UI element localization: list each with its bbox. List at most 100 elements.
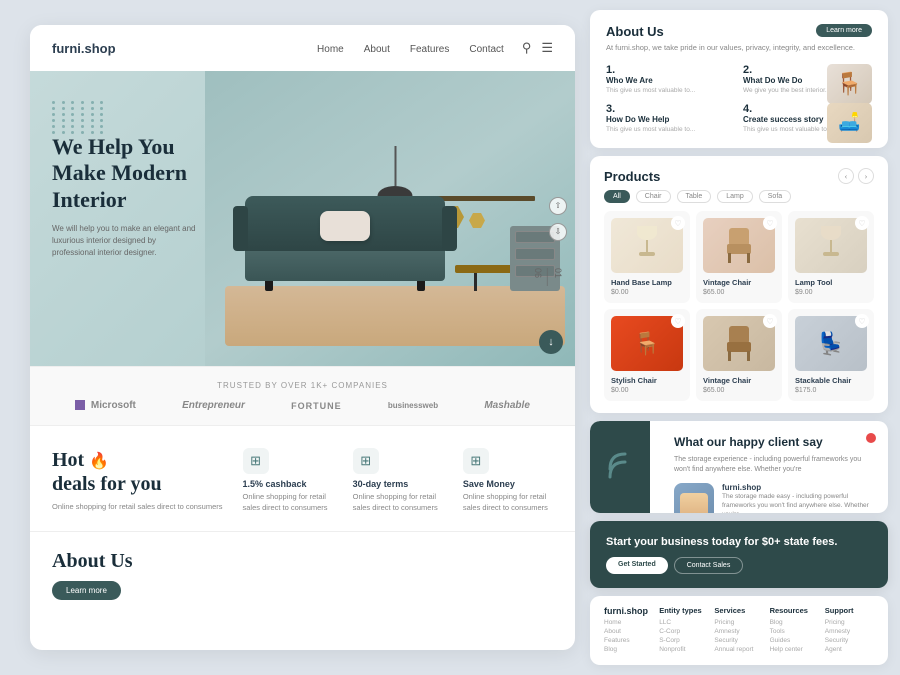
nav-home[interactable]: Home [317, 44, 344, 55]
testimonial-quote: The storage experience - including power… [674, 455, 872, 475]
footer-entity-item-1: LLC [659, 619, 708, 626]
microsoft-icon [75, 400, 85, 410]
logo-mashable: Mashable [484, 400, 530, 411]
deal-terms-title: 30-day terms [353, 479, 443, 489]
products-grid: ♡ Hand Base Lamp $0.00 ♡ [604, 211, 874, 401]
about-item-1: 1. Who We Are This give us most valuable… [606, 64, 735, 95]
about-grid: 1. Who We Are This give us most valuable… [606, 64, 872, 135]
dots-decoration [52, 101, 107, 134]
footer-support-item-3: Security [825, 637, 874, 644]
footer-support-item-1: Pricing [825, 619, 874, 626]
trusted-section: TRUSTED BY OVER 1K+ COMPANIES Microsoft … [30, 366, 575, 426]
user-info: furni.shop The storage made easy - inclu… [722, 483, 872, 513]
slide-counter: 01——06 [533, 268, 563, 286]
hero-description: We will help you to make an elegant and … [52, 223, 197, 259]
about-learn-btn[interactable]: Learn more [816, 24, 872, 37]
deal-cashback: ⊞ 1.5% cashback Online shopping for reta… [243, 448, 333, 513]
hero-prev-btn[interactable]: ⇧ [549, 197, 567, 215]
products-nav: ‹ › [838, 168, 874, 184]
filter-all[interactable]: All [604, 190, 630, 203]
about-label-3: How Do We Help [606, 115, 735, 124]
footer-entity-item-4: Nonprofit [659, 646, 708, 653]
nav-icons: ⚲ ☰ [522, 40, 553, 56]
product-lamp1: ♡ Hand Base Lamp $0.00 [604, 211, 690, 303]
footer-col-brand-item-2: About [604, 628, 653, 635]
trusted-label: TRUSTED BY OVER 1K+ COMPANIES [52, 381, 553, 390]
trusted-logos: Microsoft Entrepreneur FORTUNE businessw… [52, 400, 553, 411]
nav-features[interactable]: Features [410, 44, 449, 55]
product-chair4: ♡ 💺 Stackable Chair $175.0 [788, 309, 874, 401]
testimonial-title: What our happy client say [674, 435, 872, 451]
logo-microsoft: Microsoft [75, 400, 136, 411]
footer-resources-item-3: Guides [770, 637, 819, 644]
lamp-illustration-1 [635, 226, 659, 266]
footer-col-services-title: Services [714, 606, 763, 615]
footer-support-item-2: Amnesty [825, 628, 874, 635]
footer-services-item-1: Pricing [714, 619, 763, 626]
footer-col-brand-item-3: Features [604, 637, 653, 644]
deal-cashback-title: 1.5% cashback [243, 479, 333, 489]
cta-title: Start your business today for $0+ state … [606, 535, 872, 549]
filter-table[interactable]: Table [677, 190, 712, 203]
about-item-2: 2. What Do We Do We give you the best in… [743, 64, 872, 95]
footer-services-item-4: Annual report [714, 646, 763, 653]
footer-col-resources-title: Resources [770, 606, 819, 615]
footer-logo: furni.shop [604, 606, 653, 616]
nav-contact[interactable]: Contact [469, 44, 503, 55]
brand-logo: furni.shop [52, 41, 116, 56]
about-card-subtitle: At furni.shop, we take pride in our valu… [606, 43, 872, 54]
footer-card: furni.shop Home About Features Blog Enti… [590, 596, 888, 665]
sofa-scene [225, 146, 565, 346]
product-name-lamp1: Hand Base Lamp [611, 278, 683, 287]
products-next-btn[interactable]: › [858, 168, 874, 184]
products-card: Products ‹ › All Chair Table Lamp Sofa ♡ [590, 156, 888, 413]
nav-links: Home About Features Contact [317, 39, 504, 57]
download-button[interactable]: ↓ [539, 330, 563, 354]
footer-services-item-3: Security [714, 637, 763, 644]
product-price-chair4: $175.0 [795, 387, 867, 394]
footer-resources-item-2: Tools [770, 628, 819, 635]
product-lamp2: ♡ Lamp Tool $9.00 [788, 211, 874, 303]
about-desc-3: This give us most valuable to... [606, 126, 735, 134]
chair-image: 🪑 [827, 64, 872, 104]
about-title-left: About Us [52, 550, 553, 573]
products-header: Products ‹ › [604, 168, 874, 184]
footer-col-support: Support Pricing Amnesty Security Agent [825, 606, 874, 655]
filter-chair[interactable]: Chair [636, 190, 671, 203]
filter-lamp[interactable]: Lamp [717, 190, 753, 203]
product-name-chair3: Vintage Chair [703, 376, 775, 385]
menu-icon[interactable]: ☰ [541, 40, 553, 56]
cta-get-started-btn[interactable]: Get Started [606, 557, 668, 574]
filter-sofa[interactable]: Sofa [759, 190, 791, 203]
nav-about[interactable]: About [364, 44, 390, 55]
user-source: furni.shop [722, 483, 872, 492]
product-name-lamp2: Lamp Tool [795, 278, 867, 287]
quote-icon [605, 449, 635, 485]
search-icon[interactable]: ⚲ [522, 40, 532, 56]
product-chair2: ♡ 🪑 Stylish Chair $0.00 [604, 309, 690, 401]
product-price-chair1: $65.00 [703, 289, 775, 296]
footer-resources-item-1: Blog [770, 619, 819, 626]
about-section-left: About Us Learn more [30, 531, 575, 618]
about-card: About Us At furni.shop, we take pride in… [590, 10, 888, 148]
deal-save-desc: Online shopping for retail sales direct … [463, 492, 553, 513]
product-name-chair2: Stylish Chair [611, 376, 683, 385]
cta-contact-sales-btn[interactable]: Contact Sales [674, 557, 744, 574]
deal-save-title: Save Money [463, 479, 553, 489]
products-prev-btn[interactable]: ‹ [838, 168, 854, 184]
about-label-1: Who We Are [606, 76, 735, 85]
footer-entity-item-3: S-Corp [659, 637, 708, 644]
left-panel: furni.shop Home About Features Contact ⚲… [30, 25, 575, 650]
hero-next-btn[interactable]: ⇩ [549, 223, 567, 241]
hero-title: We Help You Make Modern Interior [52, 134, 227, 213]
table-img-bg: 🛋️ [827, 103, 872, 143]
chair-img-bg: 🪑 [827, 64, 872, 104]
footer-col-support-title: Support [825, 606, 874, 615]
footer-col-brand-item-4: Blog [604, 646, 653, 653]
testimonial-user: furni.shop The storage made easy - inclu… [674, 483, 872, 513]
lamp-illustration-2 [819, 226, 843, 266]
testimonial-accent [590, 421, 650, 512]
about-learn-more-btn[interactable]: Learn more [52, 581, 121, 600]
product-price-chair3: $65.00 [703, 387, 775, 394]
footer-grid: furni.shop Home About Features Blog Enti… [604, 606, 874, 655]
